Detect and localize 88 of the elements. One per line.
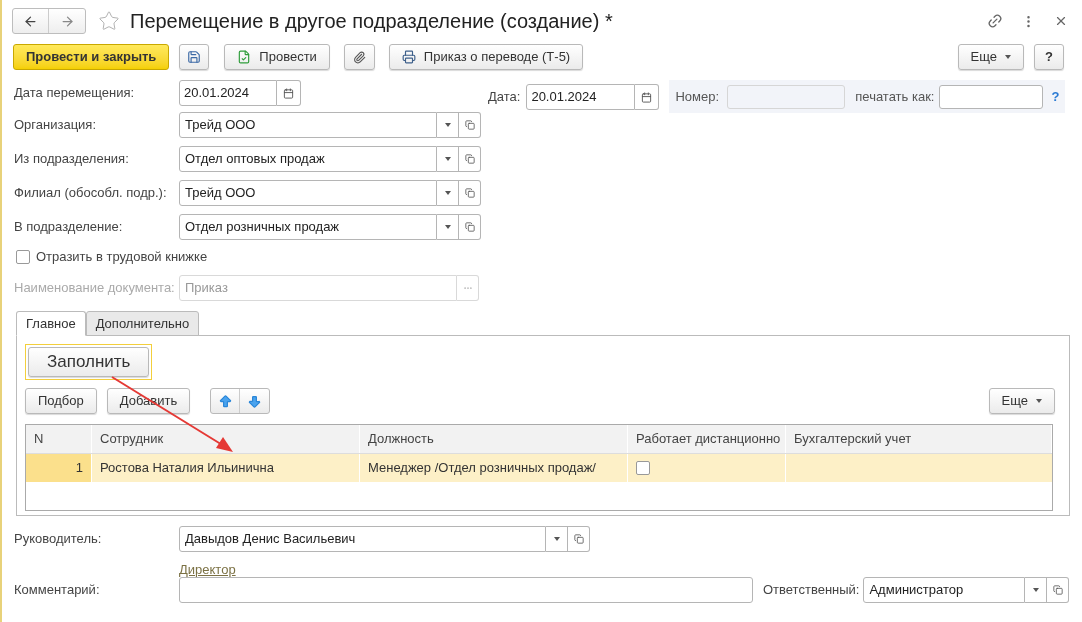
open-button[interactable] <box>1047 577 1070 603</box>
caret-icon <box>1032 588 1039 592</box>
caret-icon <box>1036 399 1042 403</box>
table-cell: Менеджер /Отдел розничных продаж/ <box>360 454 628 482</box>
pick-button[interactable]: Подбор <box>25 388 97 414</box>
field-label: Организация: <box>14 116 98 135</box>
calendar-button[interactable] <box>277 80 301 106</box>
dropdown-button[interactable] <box>437 146 459 172</box>
save-button[interactable] <box>179 44 210 70</box>
table-cell: 1 <box>26 454 92 482</box>
checkbox[interactable] <box>636 461 650 475</box>
open-icon <box>1052 585 1063 595</box>
table-row[interactable]: 1 Ростова Наталия Ильинична Менеджер /Отдел розничных продаж/ <box>26 454 1052 482</box>
position-link[interactable]: Директор <box>179 562 236 577</box>
open-button[interactable] <box>568 526 590 552</box>
star-icon[interactable] <box>98 10 120 32</box>
select-field[interactable]: Администратор <box>863 577 1026 603</box>
dropdown-button[interactable] <box>1025 577 1048 603</box>
tab[interactable]: Главное <box>16 311 86 336</box>
up-arrow-icon <box>217 393 233 409</box>
checkbox[interactable] <box>16 250 30 264</box>
open-button[interactable] <box>459 112 481 138</box>
attach-button[interactable] <box>343 44 375 70</box>
open-button[interactable] <box>459 180 481 206</box>
open-button[interactable] <box>459 214 481 240</box>
fill-button[interactable]: Заполнить <box>28 347 150 377</box>
select-field[interactable]: Трейд ООО <box>179 180 437 206</box>
document-check-icon <box>237 50 252 64</box>
help-button[interactable]: ? <box>1034 44 1064 70</box>
column-header[interactable]: N <box>26 425 92 453</box>
open-icon <box>464 154 475 164</box>
select-field[interactable]: Отдел розничных продаж <box>179 214 437 240</box>
field-label: В подразделение: <box>14 218 124 237</box>
calendar-icon <box>283 87 294 99</box>
open-icon <box>464 120 475 130</box>
down-arrow-icon <box>247 393 263 409</box>
open-button[interactable] <box>459 146 481 172</box>
comment-field[interactable] <box>179 577 753 603</box>
field-label: Филиал (обособл. подр.): <box>14 184 168 203</box>
calendar-icon <box>641 91 653 103</box>
more-button[interactable]: Еще <box>957 44 1025 70</box>
print-button[interactable]: Приказ о переводе (Т-5) <box>388 44 584 70</box>
calendar-button[interactable] <box>635 84 660 110</box>
close-icon[interactable] <box>1054 14 1068 28</box>
column-header[interactable]: Должность <box>360 425 628 453</box>
field-label: Дата перемещения: <box>14 84 136 103</box>
print-as-field[interactable] <box>939 84 1044 109</box>
date-field[interactable]: 20.01.2024 <box>179 80 277 106</box>
dropdown-button[interactable] <box>437 214 459 240</box>
caret-icon <box>444 225 451 229</box>
table-cell: Ростова Наталия Ильинична <box>92 454 360 482</box>
field-label: Комментарий: <box>14 581 101 600</box>
date-field[interactable]: 20.01.2024 <box>526 84 636 110</box>
dropdown-button[interactable] <box>437 180 459 206</box>
help-link[interactable]: ? <box>1051 86 1060 107</box>
checkbox-label: Отразить в трудовой книжке <box>36 248 208 267</box>
post-button[interactable]: Провести <box>224 44 330 70</box>
more-button[interactable]: Еще <box>988 388 1055 414</box>
paperclip-icon <box>352 50 366 64</box>
caret-icon <box>444 157 451 161</box>
field-label: Ответственный: <box>763 581 860 600</box>
printer-icon <box>401 50 416 64</box>
dropdown-button[interactable] <box>546 526 568 552</box>
dropdown-button[interactable] <box>437 112 459 138</box>
select-field[interactable]: Давыдов Денис Васильевич <box>179 526 546 552</box>
open-icon <box>573 534 584 544</box>
select-field[interactable]: Трейд ООО <box>179 112 437 138</box>
field-label: Из подразделения: <box>14 150 130 169</box>
caret-icon <box>553 537 560 541</box>
field-label: Дата: <box>488 88 521 107</box>
field-label: Наименование документа: <box>14 279 176 298</box>
field-label: Номер: <box>675 87 720 106</box>
caret-icon <box>1005 55 1012 59</box>
window-title: Перемещение в другое подразделение (создание) * <box>130 9 613 34</box>
save-icon <box>187 50 202 64</box>
column-header[interactable]: Работает дистанционно <box>628 425 786 453</box>
field-label: печатать как: <box>855 87 935 106</box>
column-header[interactable]: Бухгалтерский учет <box>786 425 1052 453</box>
tab[interactable]: Дополнительно <box>85 311 200 336</box>
select-field[interactable]: Отдел оптовых продаж <box>179 146 437 172</box>
open-icon <box>464 188 475 198</box>
forward-icon <box>59 13 75 29</box>
field-label: Руководитель: <box>14 530 103 549</box>
post-and-close-button[interactable]: Провести и закрыть <box>13 44 170 70</box>
caret-icon <box>444 123 451 127</box>
caret-icon <box>444 191 451 195</box>
open-icon <box>464 222 475 232</box>
back-icon <box>23 13 38 29</box>
